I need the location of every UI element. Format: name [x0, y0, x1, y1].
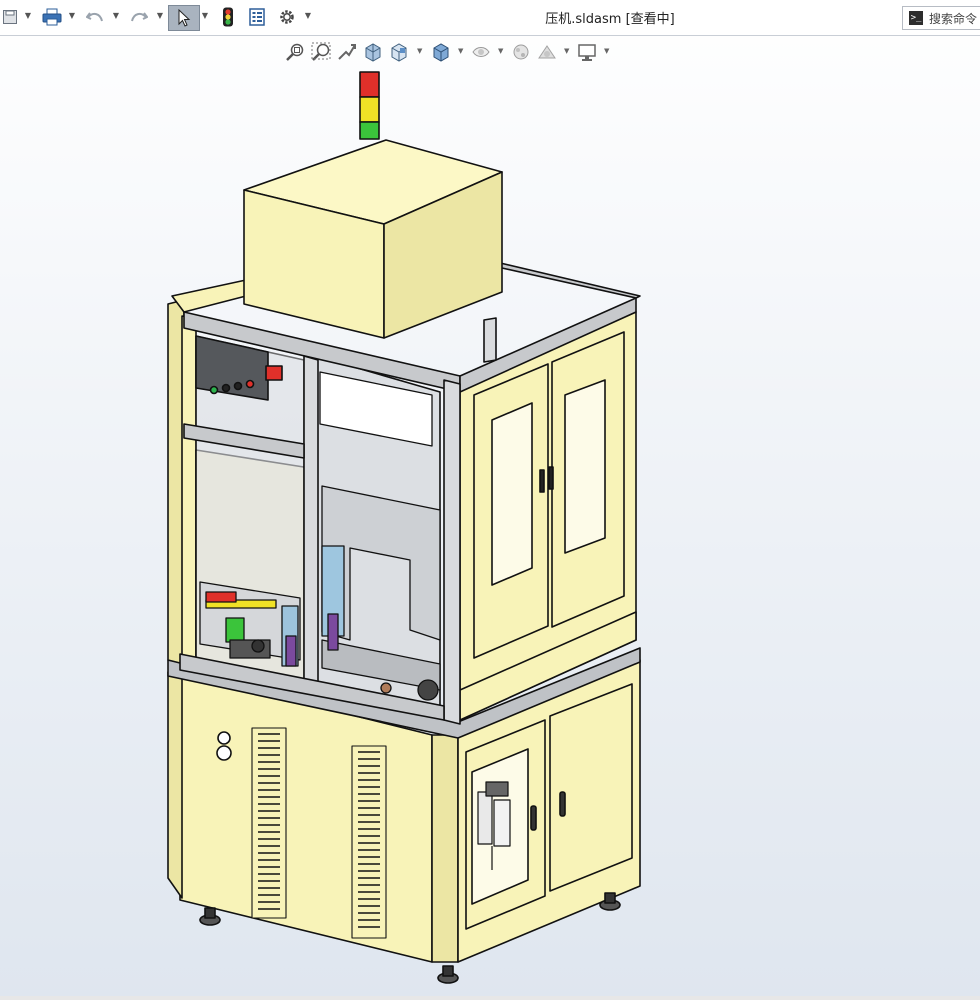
command-search-input[interactable]: >_ 搜索命令 [902, 6, 980, 30]
command-prompt-icon: >_ [909, 11, 923, 25]
command-search-placeholder: 搜索命令 [929, 11, 978, 26]
signal-tower [359, 71, 380, 140]
document-title: 压机.sldasm [查看中] [545, 12, 675, 27]
quick-access-toolbar: ▼ ▼ ▼ ▼ ▼ ▼ 压机.sldasm [查看中] >_ 搜索命令 [0, 0, 980, 36]
assembly-model[interactable] [0, 36, 980, 1000]
status-bar-edge [0, 996, 980, 1000]
graphics-area[interactable] [0, 36, 980, 1000]
top-enclosure-box [243, 139, 503, 339]
